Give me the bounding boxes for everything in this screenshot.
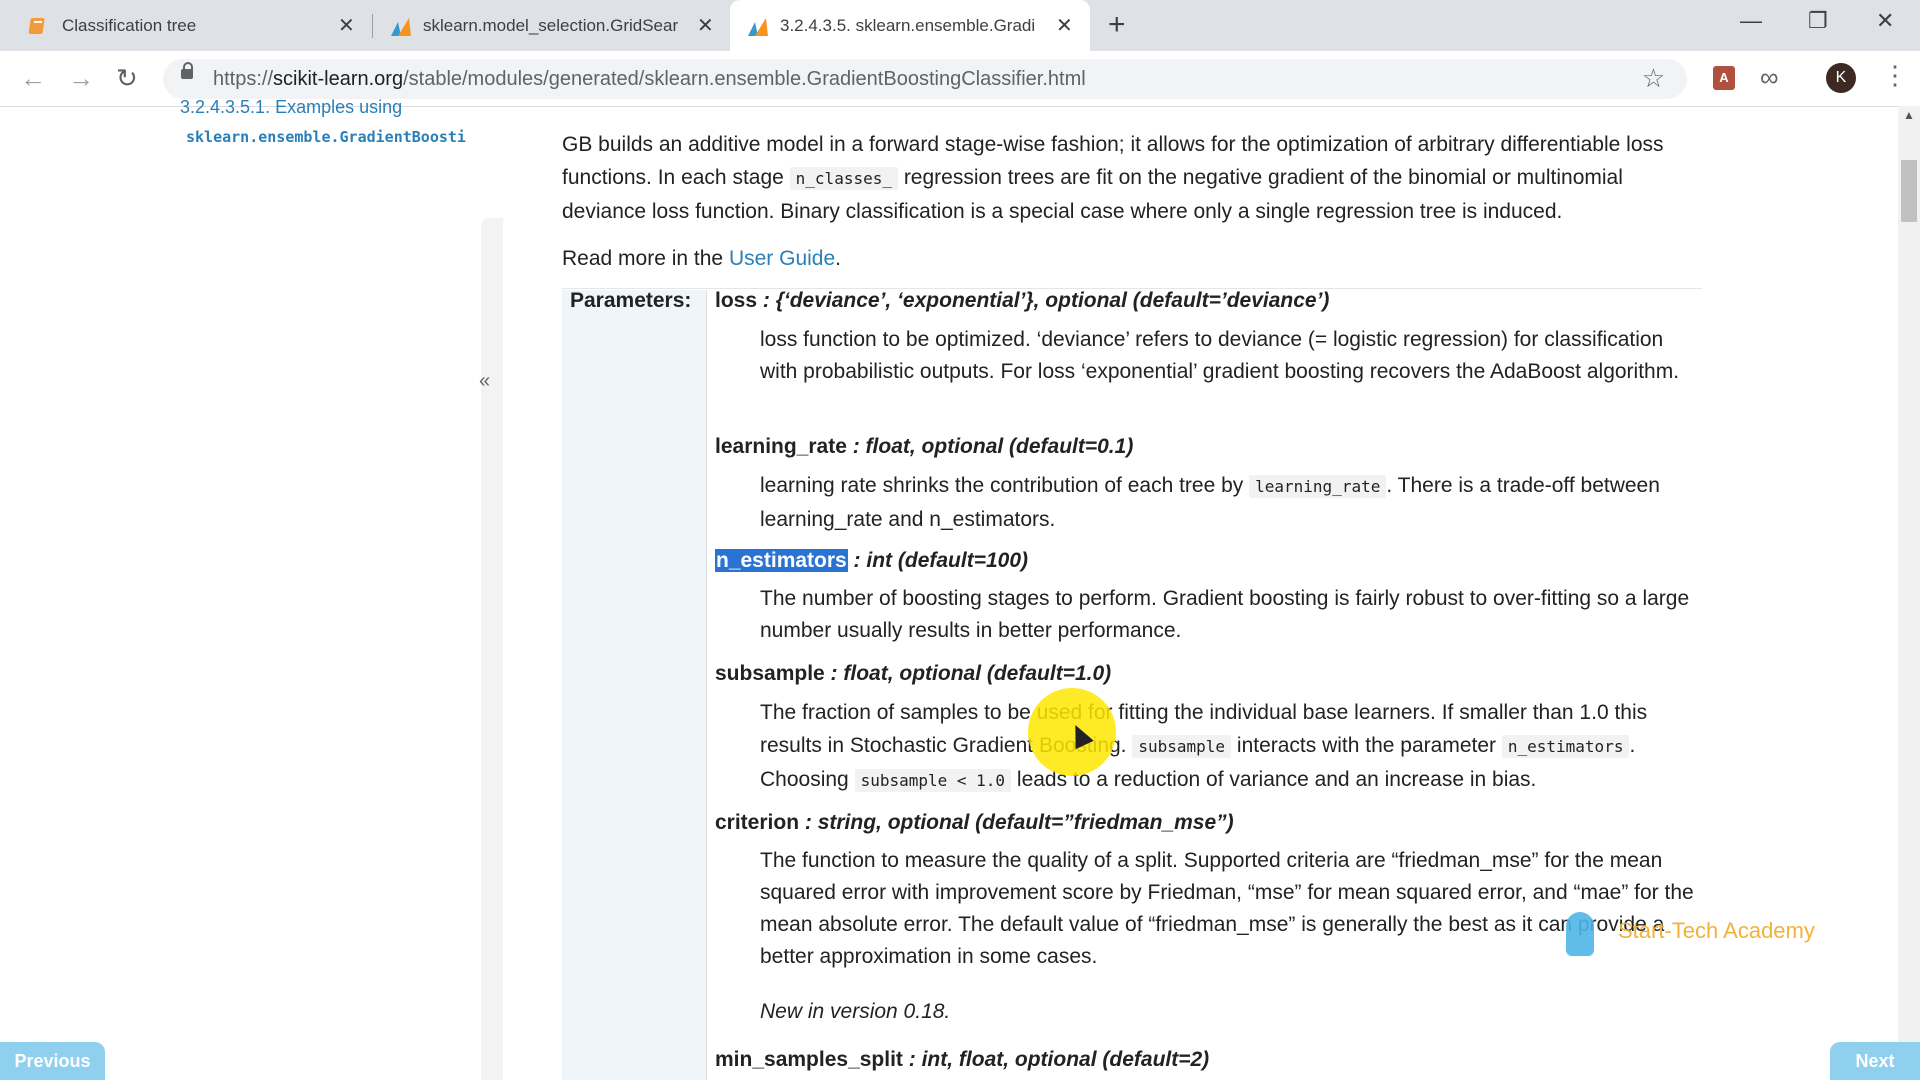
main-content: GB builds an additive model in a forward… <box>562 128 1702 275</box>
pdf-extension-icon[interactable]: A <box>1713 66 1735 90</box>
param-n-estimators-desc: The number of boosting stages to perform… <box>760 587 1690 642</box>
param-type: : int, float, optional (default=2) <box>902 1048 1210 1071</box>
tab-strip: Classification tree ✕ sklearn.model_sele… <box>0 0 1920 51</box>
param-learning-rate-desc: learning rate shrinks the contribution o… <box>760 469 1700 536</box>
infinity-extension-icon[interactable]: ∞ <box>1760 62 1779 93</box>
sidebar-link-examples[interactable]: 3.2.4.3.5.1. Examples using <box>180 97 402 118</box>
param-criterion-desc: The function to measure the quality of a… <box>760 849 1694 968</box>
forward-icon[interactable]: → <box>68 63 94 94</box>
reload-icon[interactable]: ↻ <box>116 63 138 94</box>
inline-code: subsample <box>1132 735 1232 758</box>
scrollbar[interactable] <box>1898 106 1920 1080</box>
param-type: : float, optional (default=1.0) <box>824 662 1112 685</box>
scrollbar-thumb[interactable] <box>1901 160 1917 222</box>
param-name: subsample <box>715 662 825 685</box>
tab-gradient-boosting[interactable]: 3.2.4.3.5. sklearn.ensemble.Gradi ✕ <box>730 0 1090 51</box>
param-type: : int (default=100) <box>847 549 1028 572</box>
address-bar[interactable]: https://scikit-learn.org/stable/modules/… <box>163 59 1687 99</box>
param-name-selected[interactable]: n_estimators <box>715 549 848 572</box>
param-name: criterion <box>715 811 800 834</box>
sidebar-link-gradient-boosting[interactable]: sklearn.ensemble.GradientBoosti <box>186 128 482 146</box>
sklearn-icon <box>746 16 768 36</box>
divider <box>706 290 707 1080</box>
scroll-up-icon[interactable]: ▲ <box>1903 108 1915 122</box>
sklearn-icon <box>389 16 411 36</box>
new-tab-button[interactable]: + <box>1108 8 1126 42</box>
url-path: /stable/modules/generated/sklearn.ensemb… <box>403 68 1086 90</box>
inline-code: n_classes_ <box>789 167 898 190</box>
param-learning-rate: learning_rate : float, optional (default… <box>715 435 1133 459</box>
collapse-sidebar-icon[interactable]: « <box>479 370 490 393</box>
back-icon[interactable]: ← <box>20 63 46 94</box>
url-scheme: https:// <box>213 68 274 90</box>
tab-title: 3.2.4.3.5. sklearn.ensemble.Gradi <box>780 15 1036 35</box>
tab-title: sklearn.model_selection.GridSear <box>423 15 679 35</box>
read-more-text: Read more in the <box>562 247 729 270</box>
book-icon <box>28 16 48 36</box>
param-subsample: subsample : float, optional (default=1.0… <box>715 662 1111 686</box>
desc-text: learning rate shrinks the contribution o… <box>760 474 1250 497</box>
version-added-note: New in version 0.18. <box>760 1000 951 1023</box>
url-text[interactable]: https://scikit-learn.org/stable/modules/… <box>213 68 1086 91</box>
watermark-logo-icon <box>1566 912 1594 956</box>
parameters-label: Parameters: <box>570 289 692 312</box>
close-icon[interactable]: ✕ <box>1056 13 1073 38</box>
inline-code: learning_rate <box>1249 475 1387 498</box>
param-n-estimators: n_estimators : int (default=100) <box>715 549 1028 573</box>
param-name: learning_rate <box>715 435 847 458</box>
param-criterion: criterion : string, optional (default=”f… <box>715 811 1234 835</box>
period: . <box>835 247 841 270</box>
bookmark-star-icon[interactable]: ☆ <box>1642 63 1665 94</box>
desc-text: interacts with the parameter <box>1231 734 1502 757</box>
param-min-samples-split: min_samples_split : int, float, optional… <box>715 1048 1209 1072</box>
close-window-button[interactable]: ✕ <box>1876 8 1894 34</box>
param-type: : float, optional (default=0.1) <box>846 435 1134 458</box>
param-loss: loss : {‘deviance’, ‘exponential’}, opti… <box>715 289 1329 313</box>
minimize-button[interactable]: — <box>1740 8 1762 34</box>
lock-icon <box>181 62 193 79</box>
param-name: min_samples_split <box>715 1048 903 1071</box>
avatar[interactable]: K <box>1826 63 1856 93</box>
inline-code: n_estimators <box>1501 735 1630 758</box>
next-button[interactable]: Next <box>1830 1042 1920 1080</box>
user-guide-link[interactable]: User Guide <box>729 247 835 270</box>
inline-code: subsample < 1.0 <box>854 769 1012 792</box>
param-type: : {‘deviance’, ‘exponential’}, optional … <box>757 289 1330 312</box>
param-type: : string, optional (default=”friedman_ms… <box>799 811 1234 834</box>
close-icon[interactable]: ✕ <box>338 13 355 38</box>
param-loss-desc: loss function to be optimized. ‘deviance… <box>760 328 1680 383</box>
tab-gridsearch[interactable]: sklearn.model_selection.GridSear ✕ <box>373 0 728 51</box>
menu-icon[interactable]: ⋮ <box>1882 60 1908 91</box>
param-subsample-desc: The fraction of samples to be used for f… <box>760 696 1700 797</box>
close-icon[interactable]: ✕ <box>697 13 714 38</box>
parameters-label-column <box>562 290 706 1080</box>
watermark-label: Start-Tech Academy <box>1618 918 1815 943</box>
param-name: loss <box>715 289 758 312</box>
tab-classification-tree[interactable]: Classification tree ✕ <box>0 0 370 51</box>
url-host: scikit-learn.org <box>273 68 404 90</box>
watermark-text: Start-Tech Academy <box>1618 918 1815 944</box>
sidebar-rail <box>481 218 503 1080</box>
previous-button[interactable]: Previous <box>0 1042 105 1080</box>
tab-title: Classification tree <box>62 15 197 35</box>
intro-paragraph: GB builds an additive model in a forward… <box>562 128 1702 228</box>
restore-button[interactable]: ❐ <box>1808 8 1828 34</box>
read-more: Read more in the User Guide. <box>562 242 1702 275</box>
